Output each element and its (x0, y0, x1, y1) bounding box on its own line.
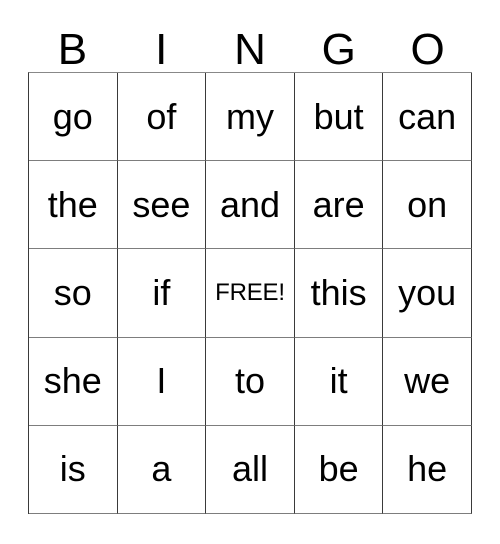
free-space-label: FREE! (215, 278, 285, 306)
bingo-cell-label: can (398, 95, 457, 137)
bingo-cell-r3c5[interactable]: you (383, 249, 472, 338)
bingo-cell-r2c2[interactable]: see (117, 161, 207, 250)
bingo-cell-label: all (231, 448, 268, 490)
bingo-cell-label: my (225, 95, 274, 137)
bingo-cell-label: are (312, 183, 365, 225)
header-letter-g: G (321, 25, 356, 74)
bingo-cell-label: is (59, 448, 86, 490)
bingo-cell-label: he (407, 448, 448, 490)
header-letter-b: B (57, 25, 88, 74)
bingo-cell-free-space[interactable]: FREE! (206, 249, 295, 338)
bingo-cell-r4c2[interactable]: I (117, 337, 207, 426)
bingo-cell-label: so (53, 271, 92, 313)
bingo-cell-r1c1[interactable]: go (29, 73, 118, 162)
bingo-cell-r4c3[interactable]: to (206, 337, 295, 426)
bingo-cell-label: the (47, 183, 98, 225)
bingo-cell-label: of (146, 95, 177, 137)
bingo-cell-r3c1[interactable]: so (29, 249, 118, 338)
bingo-cell-r1c4[interactable]: but (294, 73, 384, 162)
bingo-cell-r5c5[interactable]: he (383, 425, 472, 514)
bingo-cell-label: I (156, 360, 167, 402)
bingo-cell-r2c1[interactable]: the (29, 161, 118, 250)
bingo-cell-r1c2[interactable]: of (117, 73, 207, 162)
bingo-cell-r2c4[interactable]: are (294, 161, 384, 250)
bingo-cell-r1c5[interactable]: can (383, 73, 472, 162)
bingo-cell-label: to (234, 360, 265, 402)
bingo-cell-label: but (313, 95, 364, 137)
bingo-cell-r4c4[interactable]: it (294, 337, 384, 426)
bingo-cell-r5c2[interactable]: a (117, 425, 207, 514)
bingo-grid: go of my but can the see and are on so i… (28, 72, 472, 514)
bingo-cell-r4c1[interactable]: she (29, 337, 118, 426)
bingo-cell-r1c3[interactable]: my (206, 73, 295, 162)
bingo-cell-label: if (152, 271, 171, 313)
bingo-cell-label: a (151, 448, 172, 490)
bingo-card: B I N G O go of my but can the see and a… (0, 0, 500, 544)
header-letter-i: I (155, 25, 168, 74)
bingo-cell-label: you (398, 271, 457, 313)
bingo-cell-r5c3[interactable]: all (206, 425, 295, 514)
bingo-cell-label: she (43, 360, 102, 402)
bingo-cell-r5c1[interactable]: is (29, 425, 118, 514)
header-letter-n: N (234, 25, 266, 74)
bingo-cell-label: go (52, 95, 93, 137)
bingo-cell-r3c4[interactable]: this (294, 249, 384, 338)
header-letter-o: O (410, 25, 445, 74)
bingo-cell-r2c5[interactable]: on (383, 161, 472, 250)
bingo-cell-r3c2[interactable]: if (117, 249, 207, 338)
bingo-cell-label: be (318, 448, 359, 490)
bingo-header-row: B I N G O (28, 14, 472, 72)
bingo-cell-label: and (219, 183, 281, 225)
bingo-cell-label: we (404, 360, 451, 402)
bingo-cell-label: see (132, 183, 191, 225)
bingo-cell-r2c3[interactable]: and (206, 161, 295, 250)
bingo-cell-label: this (310, 271, 367, 313)
bingo-cell-r5c4[interactable]: be (294, 425, 384, 514)
bingo-cell-r4c5[interactable]: we (383, 337, 472, 426)
bingo-cell-label: on (407, 183, 448, 225)
bingo-cell-label: it (329, 360, 348, 402)
